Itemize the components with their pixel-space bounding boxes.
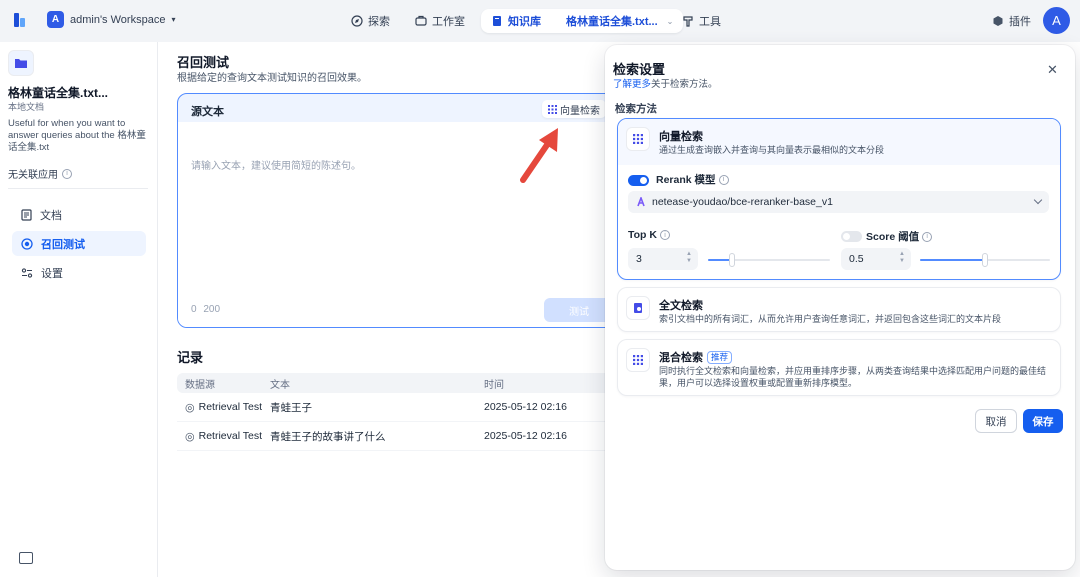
learn-more-text: 了解更多关于检索方法。 bbox=[613, 79, 718, 90]
collapse-sidebar-icon[interactable] bbox=[19, 552, 33, 564]
document-search-icon bbox=[626, 296, 650, 320]
records-title: 记录 bbox=[177, 350, 204, 365]
recommended-badge: 推荐 bbox=[707, 350, 733, 364]
score-threshold-label: Score 阈值 i bbox=[866, 229, 933, 244]
sidebar-item-settings[interactable]: 设置 bbox=[12, 260, 146, 285]
settings-icon bbox=[21, 267, 33, 278]
annotation-arrow-icon bbox=[520, 128, 558, 183]
dataset-sidebar: 格林童话全集.txt... 本地文档 Useful for when you w… bbox=[0, 42, 158, 577]
cube-icon bbox=[993, 16, 1003, 26]
score-threshold-toggle[interactable] bbox=[841, 231, 862, 242]
model-provider-icon bbox=[637, 197, 645, 207]
target-icon: ◎ bbox=[185, 401, 195, 414]
nav-knowledge[interactable]: 知识库 格林童话全集.txt... ⌄ bbox=[481, 9, 684, 33]
chevron-down-icon: ⌄ bbox=[666, 16, 674, 26]
info-icon[interactable]: i bbox=[62, 168, 72, 179]
user-avatar[interactable]: A bbox=[1043, 7, 1070, 34]
dataset-type: 本地文档 bbox=[8, 102, 45, 112]
current-dataset-name[interactable]: 格林童话全集.txt... bbox=[566, 13, 658, 29]
stepper-icon[interactable]: ▲ ▼ bbox=[686, 251, 692, 265]
compass-icon bbox=[351, 15, 363, 27]
source-text-label: 源文本 bbox=[191, 106, 224, 118]
table-row[interactable]: ◎ Retrieval Test 青蛙王子的故事讲了什么 2025-05-12 0… bbox=[177, 422, 617, 451]
rerank-model-select[interactable]: netease-youdao/bce-reranker-base_v1 bbox=[628, 191, 1049, 213]
sidebar-item-documents[interactable]: 文档 bbox=[12, 202, 146, 227]
cancel-button[interactable]: 取消 bbox=[975, 409, 1017, 433]
divider bbox=[8, 188, 148, 189]
info-icon[interactable]: i bbox=[718, 174, 729, 185]
hybrid-search-option[interactable]: 混合检索 推荐 同时执行全文检索和向量检索，并应用重排序步骤，从两类查询结果中选择… bbox=[617, 339, 1061, 396]
vector-search-option[interactable]: 向量检索 通过生成查询嵌入并查询与其向量表示最相似的文本分段 Rerank 模型… bbox=[617, 118, 1061, 280]
dataset-title: 格林童话全集.txt... bbox=[8, 86, 109, 100]
grid-dots-icon bbox=[548, 104, 557, 114]
workspace-switcher[interactable]: A admin's Workspace ▾ bbox=[47, 11, 175, 28]
top-navigation-bar: A admin's Workspace ▾ 探索 工作室 知识库 格林童话全集.… bbox=[0, 0, 1080, 42]
char-counter: 0 200 bbox=[191, 304, 221, 315]
source-text-placeholder: 请输入文本，建议使用简短的陈述句。 bbox=[191, 161, 361, 172]
test-button[interactable]: 测试 bbox=[544, 298, 614, 322]
workspace-avatar: A bbox=[47, 11, 64, 28]
fulltext-search-desc: 索引文档中的所有词汇，从而允许用户查询任意词汇，并返回包含这些词汇的文本片段 bbox=[659, 314, 1002, 324]
hybrid-search-desc: 同时执行全文检索和向量检索，并应用重排序步骤，从两类查询结果中选择匹配用户问题的… bbox=[659, 366, 1047, 388]
stepper-icon[interactable]: ▲ ▼ bbox=[899, 251, 905, 265]
nav-tools[interactable]: 工具 bbox=[682, 9, 721, 33]
info-icon[interactable]: i bbox=[922, 231, 933, 242]
top-k-input[interactable]: 3 ▲ ▼ bbox=[628, 248, 698, 270]
dataset-description: Useful for when you want to answer queri… bbox=[8, 118, 146, 153]
top-k-slider[interactable] bbox=[708, 253, 830, 267]
rerank-label: Rerank 模型 i bbox=[656, 172, 729, 187]
records-table: 数据源 文本 时间 ◎ Retrieval Test 青蛙王子 2025-05-1… bbox=[177, 373, 617, 451]
slider-handle[interactable] bbox=[982, 253, 988, 267]
info-icon[interactable]: i bbox=[659, 230, 670, 240]
grid-dots-icon bbox=[626, 127, 650, 151]
vector-search-title: 向量检索 bbox=[659, 131, 703, 143]
table-header: 数据源 文本 时间 bbox=[177, 373, 617, 393]
dify-logo-icon[interactable] bbox=[13, 11, 29, 29]
chevron-down-icon bbox=[1033, 195, 1043, 205]
close-icon[interactable]: ✕ bbox=[1047, 62, 1058, 78]
slider-handle[interactable] bbox=[729, 253, 735, 267]
hybrid-search-title: 混合检索 推荐 bbox=[659, 349, 733, 365]
workspace-name: admin's Workspace bbox=[70, 13, 166, 26]
hammer-icon bbox=[683, 16, 693, 27]
retrieval-method-button[interactable]: 向量检索 bbox=[542, 100, 606, 118]
chevron-down-icon: ▾ bbox=[171, 15, 176, 24]
target-icon bbox=[21, 237, 33, 250]
table-row[interactable]: ◎ Retrieval Test 青蛙王子 2025-05-12 02:16 bbox=[177, 393, 617, 422]
method-label: 检索方法 bbox=[615, 103, 657, 115]
fulltext-search-option[interactable]: 全文检索 索引文档中的所有词汇，从而允许用户查询任意词汇，并返回包含这些词汇的文… bbox=[617, 287, 1061, 332]
sidebar-item-retrieval-test[interactable]: 召回测试 bbox=[12, 231, 146, 256]
score-threshold-input[interactable]: 0.5 ▲ ▼ bbox=[841, 248, 911, 270]
fulltext-search-title: 全文检索 bbox=[659, 300, 703, 312]
linked-apps-status: 无关联应用 i bbox=[8, 166, 72, 181]
score-threshold-slider[interactable] bbox=[920, 253, 1050, 267]
book-icon bbox=[493, 16, 501, 26]
target-icon: ◎ bbox=[185, 430, 195, 443]
nav-studio[interactable]: 工作室 bbox=[415, 9, 465, 33]
vector-search-desc: 通过生成查询嵌入并查询与其向量表示最相似的文本分段 bbox=[659, 145, 885, 155]
document-icon bbox=[21, 208, 32, 221]
studio-icon bbox=[415, 15, 427, 26]
plugins-button[interactable]: 插件 bbox=[992, 13, 1031, 29]
vector-search-header[interactable]: 向量检索 通过生成查询嵌入并查询与其向量表示最相似的文本分段 bbox=[618, 119, 1060, 165]
retrieval-settings-panel: 检索设置 ✕ 了解更多关于检索方法。 检索方法 向量检索 通过生成查询嵌入并查询… bbox=[605, 45, 1075, 570]
folder-icon bbox=[8, 50, 34, 76]
slider-fill bbox=[920, 259, 985, 261]
learn-more-link[interactable]: 了解更多 bbox=[613, 79, 651, 90]
nav-explore[interactable]: 探索 bbox=[351, 9, 390, 33]
save-button[interactable]: 保存 bbox=[1023, 409, 1063, 433]
page-subtitle: 根据给定的查询文本测试知识的召回效果。 bbox=[177, 73, 367, 84]
rerank-toggle[interactable] bbox=[628, 175, 649, 186]
top-k-label: Top Ki bbox=[628, 229, 670, 241]
grid-dots-icon bbox=[626, 348, 650, 372]
